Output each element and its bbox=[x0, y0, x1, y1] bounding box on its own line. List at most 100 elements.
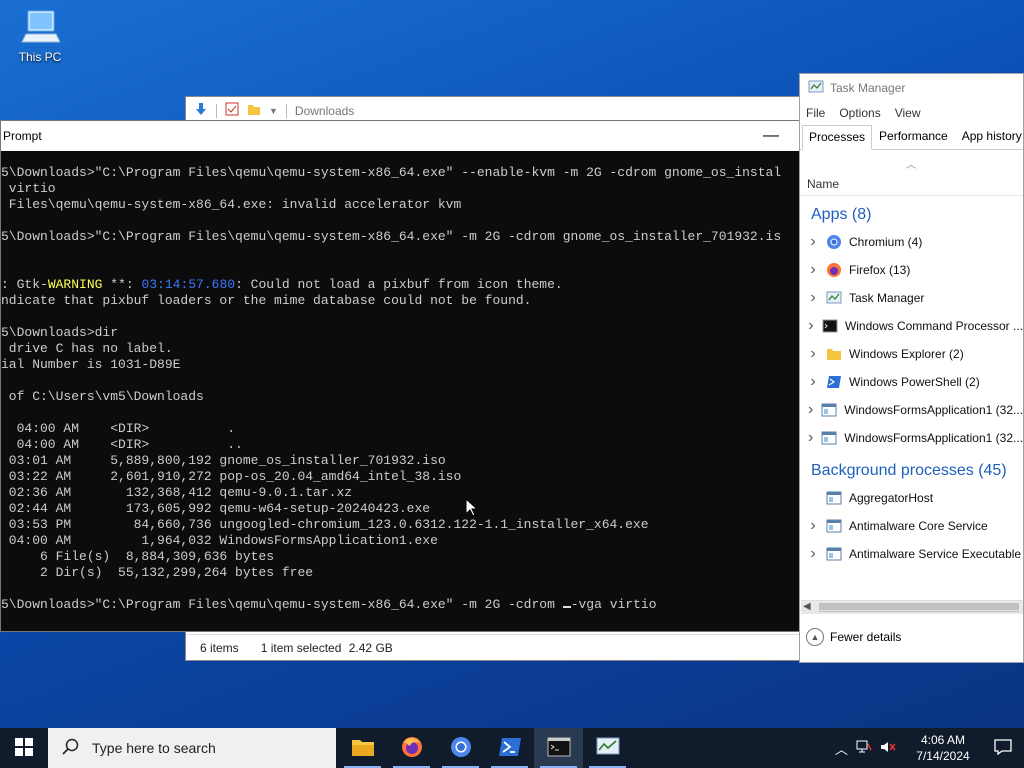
process-row[interactable]: › WindowsFormsApplication1 (32... bbox=[800, 396, 1023, 424]
input-after-cursor: -vga virtio bbox=[570, 597, 657, 612]
taskbar-command-prompt[interactable] bbox=[534, 728, 583, 768]
taskbar-clock[interactable]: 4:06 AM 7/14/2024 bbox=[904, 732, 982, 764]
chevron-up-icon[interactable]: ▲ bbox=[806, 627, 824, 646]
console-line: 5\Downloads>"C:\Program Files\qemu\qemu-… bbox=[1, 165, 782, 180]
process-row[interactable]: › Antimalware Service Executable bbox=[800, 540, 1023, 568]
windows-logo-icon bbox=[15, 737, 33, 759]
task-manager-icon bbox=[808, 79, 824, 98]
start-button[interactable] bbox=[0, 728, 48, 768]
chevron-right-icon[interactable]: › bbox=[800, 373, 826, 391]
cmd-icon bbox=[547, 737, 571, 760]
process-name: AggregatorHost bbox=[849, 491, 934, 505]
console-line: 02:44 AM 173,605,992 qemu-w64-setup-2024… bbox=[1, 501, 431, 516]
taskbar-file-explorer[interactable] bbox=[338, 728, 387, 768]
process-row[interactable]: AggregatorHost bbox=[800, 484, 1023, 512]
warning-level: WARNING bbox=[47, 277, 103, 292]
console-output[interactable]: 5\Downloads>"C:\Program Files\qemu\qemu-… bbox=[1, 151, 799, 631]
tm-titlebar[interactable]: Task Manager bbox=[800, 74, 1023, 102]
sort-up-icon: ︿ bbox=[906, 160, 916, 171]
notification-center-button[interactable] bbox=[982, 728, 1024, 768]
chevron-right-icon[interactable]: › bbox=[800, 289, 826, 307]
taskbar-powershell[interactable] bbox=[485, 728, 534, 768]
minimize-button[interactable]: — bbox=[753, 127, 789, 145]
taskbar-chromium[interactable] bbox=[436, 728, 485, 768]
background-list: AggregatorHost › Antimalware Core Service ›… bbox=[800, 484, 1023, 568]
chevron-down-icon[interactable]: ▼ bbox=[269, 106, 278, 116]
taskbar-apps bbox=[338, 728, 632, 768]
process-name: Antimalware Core Service bbox=[849, 519, 988, 533]
console-line: 5\Downloads>"C:\Program Files\qemu\qemu-… bbox=[1, 229, 782, 244]
chevron-right-icon[interactable]: › bbox=[800, 317, 822, 335]
firefox-icon bbox=[400, 735, 424, 762]
desktop-icon-this-pc[interactable]: This PC bbox=[12, 8, 68, 64]
clock-time: 4:06 AM bbox=[920, 733, 966, 747]
powershell-icon bbox=[498, 736, 522, 761]
chevron-right-icon[interactable]: › bbox=[800, 261, 826, 279]
console-line: ndicate that pixbuf loaders or the mime … bbox=[1, 293, 532, 308]
warning-message: : Could not load a pixbuf from icon them… bbox=[235, 277, 563, 292]
menu-file[interactable]: File bbox=[806, 106, 825, 120]
down-arrow-icon[interactable] bbox=[194, 102, 208, 119]
taskbar: Type here to search ︿ 4:06 AM 7/14/2024 bbox=[0, 728, 1024, 768]
task-manager-icon bbox=[826, 290, 842, 306]
notification-icon bbox=[994, 738, 1012, 758]
task-manager-window[interactable]: Task Manager File Options View Processes… bbox=[799, 73, 1024, 663]
tm-tabs: Processes Performance App history bbox=[800, 124, 1023, 150]
chevron-right-icon[interactable]: › bbox=[800, 345, 826, 363]
chevron-right-icon[interactable]: › bbox=[800, 517, 826, 535]
volume-muted-icon[interactable] bbox=[880, 740, 896, 757]
network-icon[interactable] bbox=[856, 740, 872, 757]
column-header-name[interactable]: Name bbox=[800, 172, 1023, 196]
process-row[interactable]: › WindowsFormsApplication1 (32... bbox=[800, 424, 1023, 452]
console-line: Files\qemu\qemu-system-x86_64.exe: inval… bbox=[1, 197, 462, 212]
console-line: 6 File(s) 8,884,309,636 bytes bbox=[1, 549, 275, 564]
console-line: 03:22 AM 2,601,910,272 pop-os_20.04_amd6… bbox=[1, 469, 462, 484]
process-row[interactable]: › Windows Explorer (2) bbox=[800, 340, 1023, 368]
apps-list: › Chromium (4) › Firefox (13) › Task Manager ›… bbox=[800, 228, 1023, 452]
apps-section-header: Apps (8) bbox=[811, 206, 872, 223]
chevron-right-icon[interactable]: › bbox=[800, 233, 826, 251]
taskbar-task-manager[interactable] bbox=[583, 728, 632, 768]
chevron-right-icon[interactable]: › bbox=[800, 545, 826, 563]
process-row[interactable]: › Chromium (4) bbox=[800, 228, 1023, 256]
search-icon bbox=[62, 738, 80, 759]
process-row[interactable]: › Windows Command Processor ... bbox=[800, 312, 1023, 340]
console-warning-line: : Gtk-WARNING **: 03:14:57.680: Could no… bbox=[1, 277, 799, 293]
console-line: 04:00 AM 1,964,032 WindowsFormsApplicati… bbox=[1, 533, 438, 548]
console-line: virtio bbox=[1, 181, 56, 196]
cmd-titlebar[interactable]: Prompt — bbox=[1, 121, 799, 151]
app-window-icon bbox=[826, 546, 842, 562]
taskbar-firefox[interactable] bbox=[387, 728, 436, 768]
tab-app-history[interactable]: App history bbox=[955, 124, 1024, 149]
folder-icon bbox=[826, 346, 842, 362]
menu-view[interactable]: View bbox=[895, 106, 921, 120]
desktop-icon-label: This PC bbox=[18, 50, 62, 64]
chevron-right-icon[interactable]: › bbox=[800, 429, 821, 447]
app-window-icon bbox=[821, 430, 837, 446]
app-window-icon bbox=[826, 490, 842, 506]
tab-performance[interactable]: Performance bbox=[872, 124, 955, 149]
process-row[interactable]: › Firefox (13) bbox=[800, 256, 1023, 284]
taskbar-search-box[interactable]: Type here to search bbox=[48, 728, 336, 768]
fewer-details-button[interactable]: Fewer details bbox=[830, 630, 901, 644]
process-row[interactable]: › Antimalware Core Service bbox=[800, 512, 1023, 540]
process-row[interactable]: › Windows PowerShell (2) bbox=[800, 368, 1023, 396]
menu-options[interactable]: Options bbox=[839, 106, 880, 120]
this-pc-icon bbox=[20, 8, 61, 48]
chevron-up-icon[interactable]: ︿ bbox=[835, 739, 848, 758]
process-row[interactable]: › Task Manager bbox=[800, 284, 1023, 312]
new-folder-icon[interactable] bbox=[247, 102, 261, 119]
properties-icon[interactable] bbox=[225, 102, 239, 119]
process-name: Windows PowerShell (2) bbox=[849, 375, 980, 389]
chevron-right-icon[interactable]: › bbox=[800, 401, 821, 419]
search-placeholder: Type here to search bbox=[92, 740, 216, 756]
tab-processes[interactable]: Processes bbox=[802, 125, 873, 150]
tm-title: Task Manager bbox=[830, 81, 906, 95]
command-prompt-window[interactable]: Prompt — 5\Downloads>"C:\Program Files\q… bbox=[0, 120, 800, 632]
warning-time: 03:14:57.680 bbox=[141, 277, 236, 292]
powershell-icon bbox=[826, 374, 842, 390]
console-line: 04:00 AM <DIR> .. bbox=[1, 437, 243, 452]
